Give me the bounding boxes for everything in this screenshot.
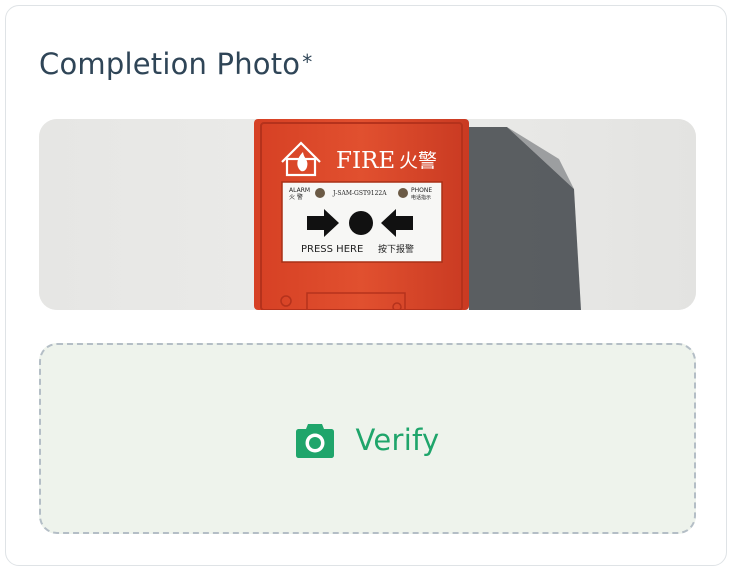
section-title-text: Completion Photo xyxy=(39,47,301,81)
alarm-indicator xyxy=(315,188,325,198)
phone-label: PHONE xyxy=(411,187,432,194)
verify-photo-dropzone[interactable]: Verify xyxy=(39,343,696,534)
fire-brand-text: FIRE xyxy=(336,148,395,174)
verify-button[interactable]: Verify xyxy=(41,417,694,463)
camera-icon xyxy=(296,424,335,458)
press-cn-text: 按下报警 xyxy=(378,243,414,255)
press-here-text: PRESS HERE xyxy=(301,244,363,255)
completion-photo-card: Completion Photo * FIRE 火警 ALARM 火 警 J-S… xyxy=(5,5,727,566)
phone-label-cn: 电话指示 xyxy=(411,194,431,201)
completion-photo-thumbnail[interactable]: FIRE 火警 ALARM 火 警 J-SAM-GST9122A PHONE 电… xyxy=(39,119,696,310)
alarm-label: ALARM xyxy=(289,187,310,194)
verify-label: Verify xyxy=(355,423,440,457)
section-title: Completion Photo * xyxy=(39,46,312,82)
phone-indicator xyxy=(398,188,408,198)
model-code: J-SAM-GST9122A xyxy=(332,190,387,197)
alarm-label-cn: 火 警 xyxy=(289,193,303,201)
fire-brand-cn: 火警 xyxy=(399,150,437,172)
required-asterisk: * xyxy=(302,50,313,74)
press-point-icon xyxy=(349,211,373,235)
fire-alarm-photo: FIRE 火警 ALARM 火 警 J-SAM-GST9122A PHONE 电… xyxy=(39,119,696,310)
